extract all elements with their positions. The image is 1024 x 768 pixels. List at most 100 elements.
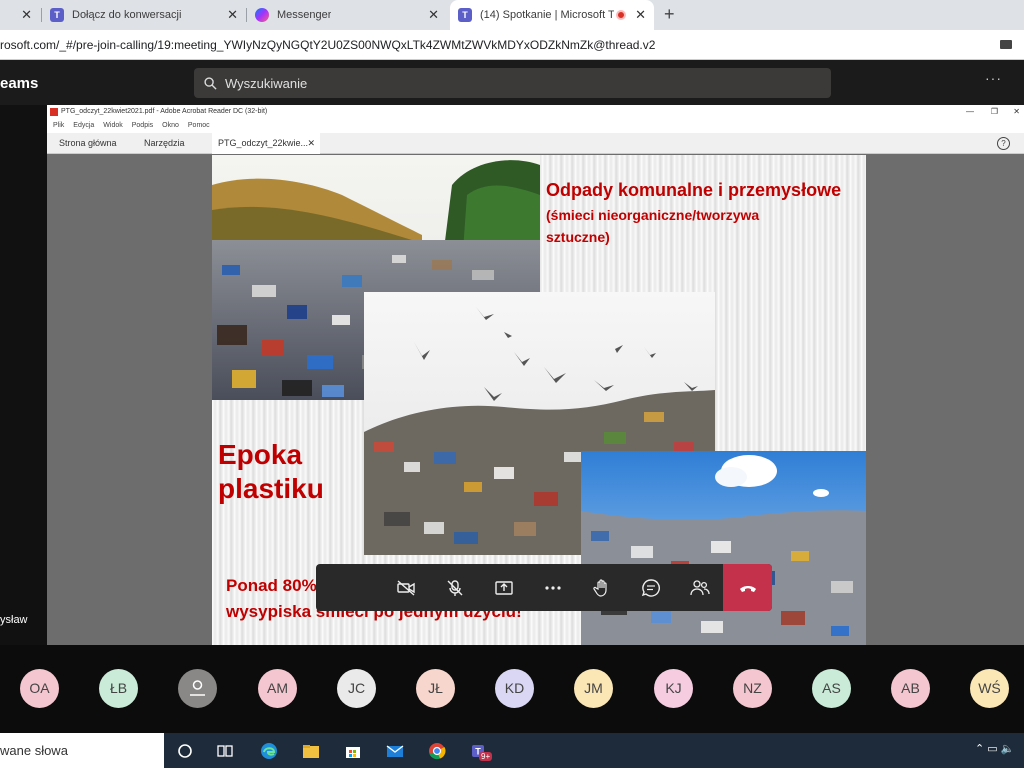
participant-avatar[interactable]: KJ (654, 669, 693, 708)
pdf-icon (50, 108, 58, 116)
slide-footer-line1: Ponad 80% (226, 576, 317, 595)
left-strip (0, 105, 47, 645)
landfill-sky-photo (581, 451, 866, 645)
acrobat-tabs: Strona główna Narzędzia PTG_odczyt_22kwi… (47, 133, 1024, 154)
participant-initials: JŁ (428, 680, 443, 696)
participant-initials: NZ (743, 680, 762, 696)
chrome-icon[interactable] (428, 742, 446, 760)
store-icon[interactable] (344, 742, 362, 760)
participant-initials: AM (267, 680, 288, 696)
acrobat-title-bar: PTG_odczyt_22kwiet2021.pdf - Adobe Acrob… (47, 105, 1024, 119)
participant-initials: JM (584, 680, 603, 696)
taskbar-search[interactable]: wane słowa (0, 733, 164, 768)
tab-separator (246, 8, 247, 22)
participant-initials: AS (822, 680, 841, 696)
tab-document-label: PTG_odczyt_22kwie... (218, 138, 309, 148)
recording-icon (616, 10, 626, 20)
close-tab-icon[interactable]: ✕ (635, 7, 646, 23)
tab-partial[interactable]: ✕ (0, 0, 40, 30)
menu-plik: Plik (53, 122, 65, 129)
participant-name: ysław (0, 614, 28, 626)
participant-initials: KD (504, 680, 525, 696)
participant-avatar[interactable]: JC (337, 669, 376, 708)
camera-toggle-button[interactable] (381, 564, 430, 611)
participant-avatar[interactable]: AM (258, 669, 297, 708)
more-options-icon[interactable]: ··· (985, 70, 1002, 86)
browser-tab-bar: ✕ T Dołącz do konwersacji ✕ Messenger ✕ … (0, 0, 1024, 30)
tab-label: (14) Spotkanie | Microsoft Te (480, 9, 614, 21)
system-tray[interactable]: ⌃ ▭ 🔈 (975, 742, 1014, 755)
teams-app-label: eams (0, 75, 39, 92)
chat-icon (641, 578, 660, 597)
participant-initials: WŚ (978, 680, 1001, 696)
url-text[interactable]: rosoft.com/_#/pre-join-calling/19:meetin… (0, 38, 655, 52)
slide-heading: Epoka plastiku (218, 439, 324, 504)
more-actions-button[interactable] (528, 564, 577, 611)
tab-dolacz[interactable]: T Dołącz do konwersacji ✕ (50, 0, 246, 30)
share-button[interactable] (479, 564, 528, 611)
cortana-icon[interactable] (176, 742, 194, 760)
teams-badge: 9+ (479, 752, 493, 761)
camera-off-icon (396, 579, 415, 596)
participant-avatar[interactable]: WŚ (970, 669, 1009, 708)
menu-widok: Widok (103, 122, 123, 129)
participant-avatar-anonymous[interactable] (178, 669, 217, 708)
messenger-icon (255, 8, 269, 22)
participant-avatar[interactable]: AB (891, 669, 930, 708)
raise-hand-icon (592, 578, 607, 597)
search-icon (204, 76, 217, 90)
mic-toggle-button[interactable] (430, 564, 479, 611)
tab-label: Messenger (277, 9, 332, 21)
chat-button[interactable] (626, 564, 675, 611)
close-icon: ✕ (1013, 107, 1020, 116)
new-tab-button[interactable]: + (664, 4, 675, 25)
participant-initials: OA (29, 680, 50, 696)
participant-avatar[interactable]: KD (495, 669, 534, 708)
participants-icon (689, 579, 710, 595)
close-icon: ✕ (307, 138, 315, 148)
menu-okno: Okno (162, 122, 179, 129)
search-input[interactable]: Wyszukiwanie (194, 68, 831, 98)
more-icon (544, 585, 561, 590)
close-tab-icon[interactable]: ✕ (227, 7, 238, 23)
participants-button[interactable] (675, 564, 724, 611)
mic-off-icon (447, 579, 462, 596)
close-tab-icon[interactable]: ✕ (428, 7, 439, 23)
participant-initials: AB (901, 680, 920, 696)
mail-icon[interactable] (386, 742, 404, 760)
participant-avatar[interactable]: ŁB (99, 669, 138, 708)
task-view-icon[interactable] (216, 742, 234, 760)
menu-podpis: Podpis (131, 122, 154, 129)
participant-avatar[interactable]: JM (574, 669, 613, 708)
file-explorer-icon[interactable] (302, 742, 320, 760)
person-icon (190, 680, 205, 696)
address-bar[interactable]: rosoft.com/_#/pre-join-calling/19:meetin… (0, 30, 1024, 60)
edge-icon[interactable] (260, 742, 278, 760)
close-tab-icon[interactable]: ✕ (21, 7, 32, 23)
call-controls (316, 564, 772, 611)
participant-initials: ŁB (109, 680, 128, 696)
teams-icon: T (458, 8, 472, 22)
participant-avatar[interactable]: NZ (733, 669, 772, 708)
menu-edycja: Edycja (73, 122, 95, 129)
hang-up-button[interactable] (723, 564, 772, 611)
acrobat-title: PTG_odczyt_22kwiet2021.pdf - Adobe Acrob… (61, 108, 268, 115)
participant-avatar[interactable]: JŁ (416, 669, 455, 708)
tab-document: PTG_odczyt_22kwie... ✕ (212, 133, 320, 154)
camera-icon[interactable] (1000, 40, 1012, 49)
tab-messenger[interactable]: Messenger ✕ (255, 0, 447, 30)
participant-avatar[interactable]: OA (20, 669, 59, 708)
help-icon: ? (997, 137, 1010, 150)
tab-spotkanie[interactable]: T (14) Spotkanie | Microsoft Te ✕ (450, 0, 654, 30)
tab-strona-glowna: Strona główna (59, 138, 117, 148)
tab-narzedzia: Narzędzia (144, 138, 185, 148)
slide-title: Odpady komunalne i przemysłowe (546, 180, 842, 200)
raise-hand-button[interactable] (577, 564, 626, 611)
participant-initials: JC (347, 680, 366, 696)
participant-avatar[interactable]: AS (812, 669, 851, 708)
maximize-icon: ❐ (990, 107, 998, 116)
slide-subtitle: (śmieci nieorganiczne/tworzywa sztuczne) (546, 207, 760, 245)
menu-pomoc: Pomoc (187, 122, 210, 129)
minimize-icon: — (966, 107, 974, 116)
teams-icon: T (50, 8, 64, 22)
